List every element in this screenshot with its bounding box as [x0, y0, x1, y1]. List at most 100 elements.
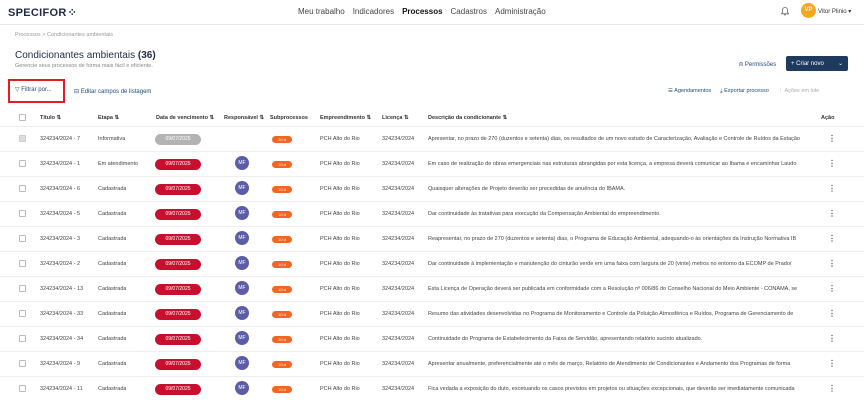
- row-description: Dar continuidade às tratativas para exec…: [428, 211, 661, 217]
- row-more-icon[interactable]: ⋮: [828, 334, 836, 343]
- create-new-button[interactable]: + Criar novo ⌄: [786, 56, 848, 71]
- row-checkbox[interactable]: [19, 285, 26, 292]
- table-row[interactable]: 324234/2024 - 33 Cadastrada 09/07/2025 MF 10…: [0, 301, 864, 324]
- row-more-icon[interactable]: ⋮: [828, 159, 836, 168]
- table-row[interactable]: 324234/2024 - 1 Em atendimento 09/07/2025 M…: [0, 151, 864, 174]
- user-avatar[interactable]: VP: [801, 3, 816, 18]
- column-due-date[interactable]: Data de vencimento ⇅: [156, 115, 214, 121]
- table-row[interactable]: 324234/2024 - 2 Cadastrada 09/07/2025 MF 10 …: [0, 251, 864, 274]
- responsible-avatar[interactable]: MF: [235, 381, 249, 395]
- row-title[interactable]: 324234/2024 - 13: [40, 286, 83, 292]
- column-license[interactable]: Licença ⇅: [382, 115, 409, 121]
- column-responsible[interactable]: Responsável ⇅: [224, 115, 264, 121]
- row-title[interactable]: 324234/2024 - 9: [40, 361, 80, 367]
- responsible-avatar[interactable]: MF: [235, 331, 249, 345]
- table-row[interactable]: 324234/2024 - 3 Cadastrada 09/07/2025 MF 10 …: [0, 226, 864, 249]
- responsible-avatar[interactable]: MF: [235, 231, 249, 245]
- bell-icon[interactable]: [780, 7, 790, 18]
- row-title[interactable]: 324234/2024 - 3: [40, 236, 80, 242]
- subprocess-badge: 10 d: [272, 336, 292, 343]
- row-stage: Cadastrada: [98, 211, 127, 217]
- table-row[interactable]: 324234/2024 - 5 Cadastrada 09/07/2025 MF 10 …: [0, 201, 864, 224]
- app-logo[interactable]: SPECIFOR⁘: [8, 6, 77, 19]
- nav-item-indicadores[interactable]: Indicadores: [353, 7, 394, 16]
- table-row[interactable]: 324234/2024 - 9 Cadastrada 09/07/2025 MF 10 …: [0, 351, 864, 374]
- nav-item-meu-trabalho[interactable]: Meu trabalho: [298, 7, 345, 16]
- due-date-badge: 09/07/2025: [155, 259, 201, 270]
- row-more-icon[interactable]: ⋮: [828, 284, 836, 293]
- row-checkbox[interactable]: [19, 310, 26, 317]
- column-action: Ação: [821, 115, 835, 121]
- export-button[interactable]: ⤓ Exportar processo: [720, 88, 769, 95]
- row-title[interactable]: 324234/2024 - 11: [40, 386, 83, 392]
- row-checkbox[interactable]: [19, 135, 26, 142]
- more-vertical-icon: ⋮: [777, 88, 784, 94]
- filter-button[interactable]: ▽ Filtrar por...: [12, 84, 55, 95]
- nav-item-administracao[interactable]: Administração: [495, 7, 546, 16]
- row-more-icon[interactable]: ⋮: [828, 359, 836, 368]
- responsible-avatar[interactable]: MF: [235, 156, 249, 170]
- responsible-avatar[interactable]: MF: [235, 356, 249, 370]
- row-title[interactable]: 324234/2024 - 6: [40, 186, 80, 192]
- table-row[interactable]: 324234/2024 - 34 Cadastrada 09/07/2025 MF 10…: [0, 326, 864, 349]
- select-all-checkbox[interactable]: [19, 114, 26, 121]
- bulk-actions-button[interactable]: ⋮ Ações em lote: [778, 88, 820, 95]
- edit-columns-button[interactable]: ⊟ Editar campos de listagem: [74, 88, 151, 95]
- row-checkbox[interactable]: [19, 185, 26, 192]
- chevron-down-icon: ⌄: [837, 61, 843, 67]
- row-more-icon[interactable]: ⋮: [828, 134, 836, 143]
- nav-item-cadastros[interactable]: Cadastros: [451, 7, 487, 16]
- row-title[interactable]: 324234/2024 - 2: [40, 261, 80, 267]
- responsible-avatar[interactable]: MF: [235, 306, 249, 320]
- table-row[interactable]: 324234/2024 - 7 Informativa 09/07/2025 10 d…: [0, 126, 864, 149]
- row-checkbox[interactable]: [19, 385, 26, 392]
- logo-mark-icon: ⁘: [67, 7, 77, 19]
- row-checkbox[interactable]: [19, 360, 26, 367]
- nav-item-processos[interactable]: Processos: [402, 7, 442, 16]
- due-date-badge: 09/07/2025: [155, 209, 201, 220]
- column-subprocesses[interactable]: Subprocessos: [270, 115, 308, 121]
- top-bar: SPECIFOR⁘ Meu trabalho Indicadores Proce…: [0, 0, 864, 25]
- row-more-icon[interactable]: ⋮: [828, 184, 836, 193]
- table-header: Título ⇅ Etapa ⇅ Data de vencimento ⇅ Re…: [0, 110, 864, 126]
- row-checkbox[interactable]: [19, 335, 26, 342]
- row-stage: Cadastrada: [98, 186, 127, 192]
- row-checkbox[interactable]: [19, 160, 26, 167]
- row-checkbox[interactable]: [19, 260, 26, 267]
- row-project: PCH Alto do Rio: [320, 286, 360, 292]
- responsible-avatar[interactable]: MF: [235, 181, 249, 195]
- row-title[interactable]: 324234/2024 - 33: [40, 311, 83, 317]
- column-stage[interactable]: Etapa ⇅: [98, 115, 119, 121]
- permissions-link[interactable]: ⍝ Permissões: [739, 61, 776, 69]
- row-more-icon[interactable]: ⋮: [828, 259, 836, 268]
- row-license: 324234/2024: [382, 161, 415, 167]
- row-checkbox[interactable]: [19, 210, 26, 217]
- responsible-avatar[interactable]: MF: [235, 206, 249, 220]
- row-title[interactable]: 324234/2024 - 1: [40, 161, 80, 167]
- row-more-icon[interactable]: ⋮: [828, 209, 836, 218]
- breadcrumb[interactable]: Processos > Condicionantes ambientais: [15, 32, 113, 38]
- column-description[interactable]: Descrição da condicionante ⇅: [428, 115, 507, 121]
- table-row[interactable]: 324234/2024 - 6 Cadastrada 09/07/2025 MF 10 …: [0, 176, 864, 199]
- subprocess-badge: 10 d: [272, 286, 292, 293]
- column-title[interactable]: Título ⇅: [40, 115, 61, 121]
- row-description: Esta Licença de Operação deverá ser publ…: [428, 286, 798, 292]
- responsible-avatar[interactable]: MF: [235, 281, 249, 295]
- row-more-icon[interactable]: ⋮: [828, 234, 836, 243]
- row-title[interactable]: 324234/2024 - 34: [40, 336, 83, 342]
- sort-icon: ⇅: [502, 115, 508, 121]
- column-project[interactable]: Empreendimento ⇅: [320, 115, 371, 121]
- schedules-button[interactable]: ☰ Agendamentos: [668, 88, 711, 95]
- responsible-avatar[interactable]: MF: [235, 256, 249, 270]
- subprocess-badge: 10 d: [272, 386, 292, 393]
- row-title[interactable]: 324234/2024 - 7: [40, 136, 80, 142]
- row-title[interactable]: 324234/2024 - 5: [40, 211, 80, 217]
- row-more-icon[interactable]: ⋮: [828, 309, 836, 318]
- due-date-badge: 09/07/2025: [155, 309, 201, 320]
- user-menu[interactable]: Vitor Plinio ▾: [818, 8, 851, 15]
- row-project: PCH Alto do Rio: [320, 261, 360, 267]
- row-checkbox[interactable]: [19, 235, 26, 242]
- table-row[interactable]: 324234/2024 - 11 Cadastrada 09/07/2025 MF 10…: [0, 376, 864, 399]
- table-row[interactable]: 324234/2024 - 13 Cadastrada 09/07/2025 MF 10…: [0, 276, 864, 299]
- row-more-icon[interactable]: ⋮: [828, 384, 836, 393]
